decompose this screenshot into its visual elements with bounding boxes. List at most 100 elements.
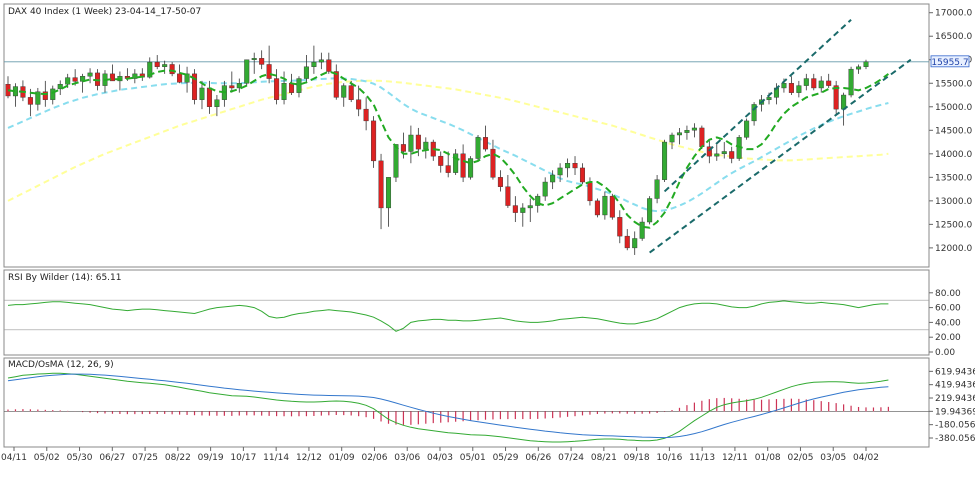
- x-tick-label: 08/21: [591, 453, 617, 463]
- x-tick-label: 12/11: [722, 453, 748, 463]
- candle-body: [766, 97, 772, 100]
- x-tick-label: 09/18: [624, 453, 650, 463]
- candle-body: [572, 163, 578, 169]
- x-tick-label: 05/30: [67, 453, 93, 463]
- candle-body: [550, 174, 556, 183]
- candle-body: [691, 127, 697, 131]
- rsi-y-tick-label: 40.00: [935, 318, 961, 328]
- x-tick-label: 06/26: [525, 453, 551, 463]
- price-y-tick-label: 16500.0: [935, 32, 972, 42]
- candle-body: [423, 141, 429, 150]
- candle-body: [244, 59, 250, 84]
- candle-body: [311, 61, 317, 67]
- x-tick-label: 06/27: [99, 453, 125, 463]
- candle-body: [259, 58, 265, 65]
- price-y-tick-label: 12500.0: [935, 220, 972, 230]
- candle-body: [296, 78, 302, 93]
- candle-body: [274, 78, 280, 100]
- x-tick-label: 11/14: [263, 453, 289, 463]
- price-y-tick-label: 12000.0: [935, 244, 972, 254]
- price-y-tick-label: 15000.0: [935, 103, 972, 113]
- candle-body: [400, 144, 406, 152]
- candle-body: [206, 87, 212, 107]
- candle-body: [714, 153, 720, 157]
- price-y-tick-label: 14500.0: [935, 126, 972, 136]
- rsi-panel: RSI By Wilder (14): 65.11 80.00 60.00 40.0…: [3, 269, 961, 358]
- candle-body: [154, 61, 160, 67]
- last-price-tag: 15955.7: [930, 55, 970, 68]
- price-panel-title: DAX 40 Index (1 Week) 23-04-14_17-50-07: [8, 7, 201, 17]
- candle-body: [796, 85, 802, 93]
- x-tick-label: 11/13: [689, 453, 715, 463]
- candle-body: [371, 120, 377, 162]
- candle-body: [333, 71, 339, 98]
- x-tick-label: 03/05: [820, 453, 846, 463]
- candle-body: [520, 207, 526, 213]
- candle-body: [378, 160, 384, 209]
- candle-body: [169, 64, 175, 75]
- rsi-y-tick-label: 60.00: [935, 304, 961, 314]
- candle-body: [624, 235, 630, 249]
- candle-body: [408, 134, 414, 152]
- chart-svg: DAX 40 Index (1 Week) 23-04-14_17-50-07 …: [0, 0, 975, 474]
- x-tick-label: 02/06: [361, 453, 387, 463]
- x-tick-label: 07/25: [132, 453, 158, 463]
- candle-body: [617, 217, 623, 237]
- x-tick-label: 09/19: [198, 453, 224, 463]
- price-y-tick-label: 15500.0: [935, 79, 972, 89]
- candle-body: [721, 151, 727, 155]
- macd-y-tick-label: 219.94369: [935, 394, 975, 404]
- candle-body: [856, 66, 862, 70]
- price-y-tick-label: 13000.0: [935, 197, 972, 207]
- x-tick-label: 04/03: [427, 453, 453, 463]
- x-tick-label: 01/08: [755, 453, 781, 463]
- candle-body: [438, 155, 444, 166]
- candle-body: [609, 195, 615, 218]
- candle-body: [803, 78, 809, 86]
- candle-body: [460, 153, 466, 178]
- candle-body: [468, 158, 474, 178]
- x-tick-label: 02/05: [787, 453, 813, 463]
- x-tick-label: 08/22: [165, 453, 191, 463]
- candle-body: [654, 179, 660, 199]
- candle-body: [579, 167, 585, 183]
- candle-body: [72, 77, 78, 82]
- macd-y-tick-label: 619.94369: [935, 367, 975, 377]
- candle-body: [281, 83, 287, 100]
- candle-body: [676, 132, 682, 136]
- candle-body: [385, 177, 392, 209]
- price-y-tick-label: 14000.0: [935, 150, 972, 160]
- candle-body: [482, 137, 489, 150]
- x-tick-label: 05/29: [493, 453, 519, 463]
- candle-body: [251, 58, 257, 60]
- candle-body: [594, 200, 600, 216]
- candle-body: [781, 83, 787, 89]
- candle-body: [50, 88, 56, 100]
- candle-body: [27, 97, 33, 105]
- price-y-tick-label: 17000.0: [935, 9, 972, 19]
- candle-body: [542, 181, 548, 197]
- candle-body: [632, 238, 638, 249]
- candle-body: [505, 186, 511, 206]
- x-tick-label: 04/11: [1, 453, 27, 463]
- rsi-panel-title: RSI By Wilder (14): 65.11: [8, 273, 122, 283]
- candle-body: [527, 205, 533, 209]
- macd-panel-title: MACD/OsMA (12, 26, 9): [8, 360, 114, 370]
- candle-body: [303, 66, 309, 79]
- candle-body: [662, 141, 668, 180]
- macd-panel: MACD/OsMA (12, 26, 9) 619.94369 419.94369…: [3, 357, 975, 448]
- candle-body: [266, 64, 272, 79]
- candle-body: [744, 120, 750, 138]
- candle-body: [557, 167, 563, 176]
- candle-body: [445, 165, 451, 173]
- candle-body: [132, 73, 138, 79]
- candle-body: [647, 198, 653, 223]
- candle-body: [490, 148, 496, 178]
- candle-body: [602, 195, 608, 216]
- rsi-y-tick-label: 0.00: [935, 348, 955, 358]
- candle-body: [229, 85, 235, 89]
- price-panel: DAX 40 Index (1 Week) 23-04-14_17-50-07 …: [3, 3, 972, 268]
- x-tick-label: 05/02: [34, 453, 60, 463]
- x-tick-label: 12/12: [296, 453, 322, 463]
- rsi-y-tick-label: 80.00: [935, 289, 961, 299]
